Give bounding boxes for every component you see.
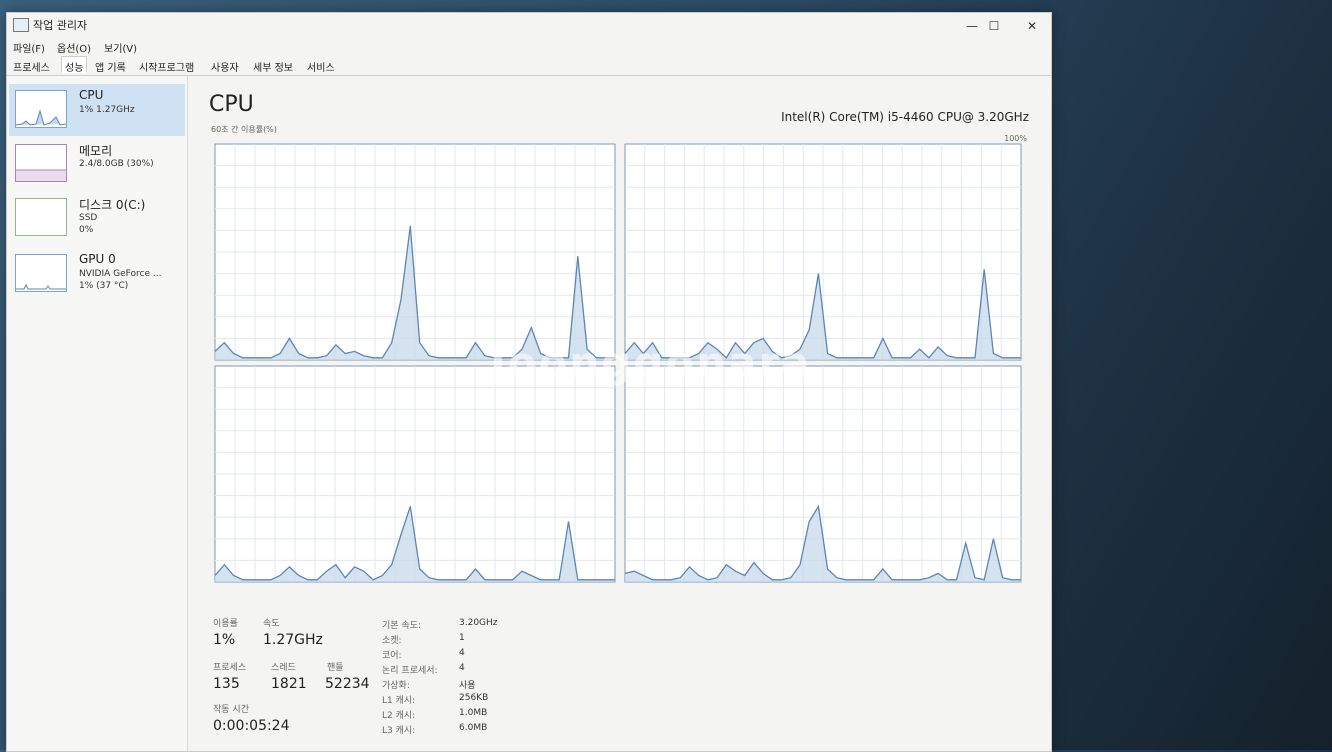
sidebar-item-gpu[interactable]: GPU 0 NVIDIA GeForce ... 1% (37 °C) — [9, 248, 185, 300]
tab-performance[interactable]: 성능 — [61, 56, 88, 74]
task-manager-icon — [13, 18, 29, 32]
page-title: CPU — [209, 92, 254, 117]
tab-startup[interactable]: 시작프로그램 — [135, 56, 198, 74]
core-graph-3 — [624, 365, 1022, 583]
info-value: 6.0MB — [459, 723, 488, 733]
processes-label: 프로세스 — [213, 663, 247, 673]
tab-details[interactable]: 세부 정보 — [249, 56, 297, 74]
sidebar-item-disk[interactable]: 디스크 0(C:) SSD 0% — [9, 192, 185, 244]
tab-services[interactable]: 서비스 — [303, 56, 339, 74]
processes-value: 135 — [213, 676, 240, 692]
info-value: 1.0MB — [459, 708, 488, 718]
memory-thumbnail — [15, 144, 67, 182]
tab-users[interactable]: 사용자 — [207, 56, 243, 74]
threads-label: 스레드 — [271, 663, 296, 673]
resource-sidebar: CPU 1% 1.27GHz 메모리 2.4/8.0GB (30%) 디스크 0… — [7, 76, 188, 751]
menu-file[interactable]: 파일(F) — [13, 40, 45, 55]
info-label: 코어: — [382, 651, 402, 661]
tab-app-history[interactable]: 앱 기록 — [91, 56, 130, 74]
sidebar-item-label: 디스크 0(C:) — [79, 198, 146, 212]
info-label: L1 캐시: — [382, 696, 416, 706]
info-value: 3.20GHz — [459, 618, 498, 628]
uptime-label: 작동 시간 — [213, 705, 249, 715]
gpu-thumbnail — [15, 254, 67, 292]
speed-value: 1.27GHz — [263, 632, 323, 648]
sidebar-item-label: GPU 0 — [79, 252, 116, 266]
disk-thumbnail — [15, 198, 67, 236]
sidebar-item-memory[interactable]: 메모리 2.4/8.0GB (30%) — [9, 138, 185, 190]
core-graph-2 — [214, 365, 616, 583]
threads-value: 1821 — [271, 676, 307, 692]
info-value: 사용 — [459, 681, 476, 691]
core-graph-0 — [214, 143, 616, 361]
performance-panel: CPU Intel(R) Core(TM) i5-4460 CPU@ 3.20G… — [189, 76, 1051, 751]
sidebar-item-detail: 1% 1.27GHz — [79, 105, 135, 115]
cpu-model-name: Intel(R) Core(TM) i5-4460 CPU@ 3.20GHz — [781, 110, 1029, 124]
sidebar-item-label: CPU — [79, 88, 104, 102]
info-label: 소켓: — [382, 636, 402, 646]
core-graph-1 — [624, 143, 1022, 361]
graph-label: 60초 간 이용률(%) — [211, 125, 277, 134]
sidebar-item-cpu[interactable]: CPU 1% 1.27GHz — [9, 84, 185, 136]
speed-label: 속도 — [263, 619, 280, 629]
tab-bar: 프로세스 성능 앱 기록 시작프로그램 사용자 세부 정보 서비스 — [7, 55, 1051, 76]
info-label: 논리 프로세서: — [382, 666, 438, 676]
menu-bar: 파일(F) 옵션(O) 보기(V) — [7, 37, 1051, 57]
utilization-label: 이용률 — [213, 619, 238, 629]
sidebar-item-detail: 2.4/8.0GB (30%) — [79, 159, 154, 169]
sidebar-item-detail: 0% — [79, 225, 94, 235]
menu-options[interactable]: 옵션(O) — [57, 40, 91, 55]
title-bar[interactable]: 작업 관리자 — ☐ ✕ — [7, 13, 1051, 39]
sidebar-item-detail: SSD — [79, 213, 98, 223]
info-label: L3 캐시: — [382, 726, 416, 736]
sidebar-item-label: 메모리 — [79, 144, 113, 158]
info-value: 4 — [459, 663, 465, 673]
info-value: 1 — [459, 633, 465, 643]
uptime-value: 0:00:05:24 — [213, 718, 290, 734]
close-button[interactable]: ✕ — [1017, 17, 1047, 35]
cpu-thumbnail — [15, 90, 67, 128]
window-title: 작업 관리자 — [33, 19, 88, 32]
info-value: 4 — [459, 648, 465, 658]
sidebar-item-detail: 1% (37 °C) — [79, 281, 129, 291]
utilization-value: 1% — [213, 632, 236, 648]
info-label: 기본 속도: — [382, 621, 422, 631]
info-label: 가상화: — [382, 681, 410, 691]
maximize-button[interactable]: ☐ — [979, 17, 1009, 35]
sidebar-item-detail: NVIDIA GeForce ... — [79, 269, 162, 279]
handles-label: 핸들 — [327, 663, 344, 673]
menu-view[interactable]: 보기(V) — [104, 40, 137, 55]
info-value: 256KB — [459, 693, 489, 703]
tab-processes[interactable]: 프로세스 — [9, 56, 54, 74]
info-label: L2 캐시: — [382, 711, 416, 721]
handles-value: 52234 — [325, 676, 370, 692]
watermark-text: Joonggonara — [490, 338, 812, 387]
